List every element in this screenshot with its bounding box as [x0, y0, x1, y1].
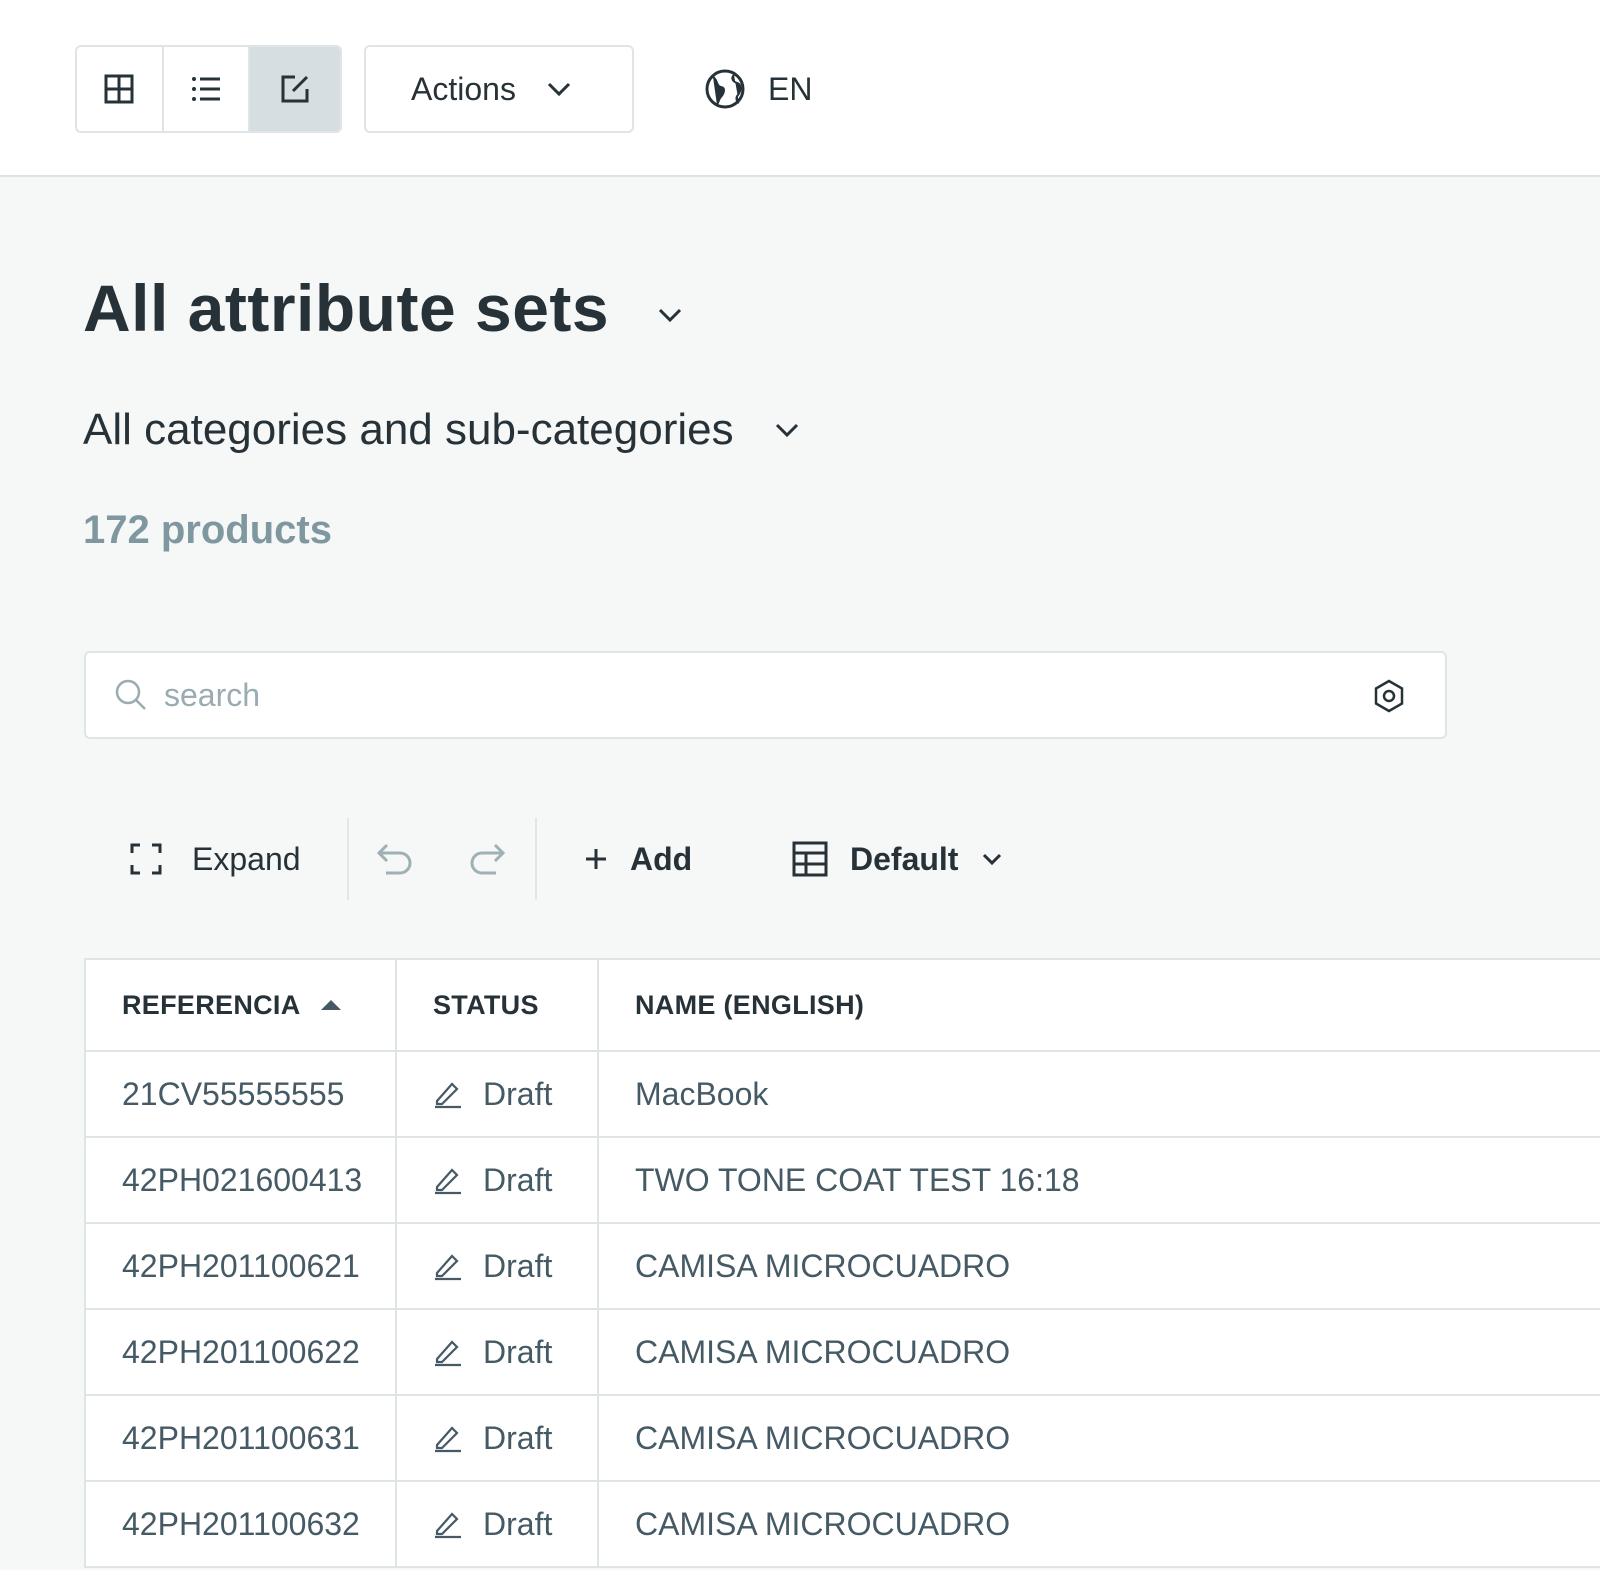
grid-view-button[interactable]	[77, 47, 164, 131]
add-label: Add	[630, 840, 693, 877]
pencil-icon	[435, 1426, 461, 1453]
column-header-name[interactable]: NAME (ENGLISH)	[599, 960, 1600, 1050]
status-cell: Draft	[397, 1396, 599, 1480]
name-cell: MacBook	[635, 1075, 769, 1112]
pencil-icon	[435, 1340, 461, 1367]
table-row[interactable]: 42PH201100631 Draft CAMISA MICROCUADRO	[86, 1396, 1600, 1482]
product-count: 172 products	[83, 508, 332, 552]
language-selector[interactable]: EN	[704, 68, 812, 110]
search-settings-button[interactable]	[1373, 679, 1405, 713]
table-row[interactable]: 42PH201100632 Draft CAMISA MICROCUADRO	[86, 1482, 1600, 1568]
table-row[interactable]: 42PH201100622 Draft CAMISA MICROCUADRO	[86, 1310, 1600, 1396]
search-input[interactable]	[164, 676, 1314, 714]
table-icon	[792, 841, 828, 877]
page-title: All attribute sets	[83, 271, 610, 345]
pencil-icon	[435, 1512, 461, 1539]
chevron-down-icon	[982, 852, 1002, 866]
chevron-down-icon	[774, 421, 800, 439]
undo-icon	[376, 843, 412, 875]
table-row[interactable]: 42PH201100621 Draft CAMISA MICROCUADRO	[86, 1224, 1600, 1310]
table-row[interactable]: 42PH021600413 Draft TWO TONE COAT TEST 1…	[86, 1138, 1600, 1224]
column-header-label: REFERENCIA	[122, 989, 301, 1020]
reference-cell: 42PH201100632	[86, 1482, 397, 1566]
reference-cell: 42PH201100622	[86, 1310, 397, 1394]
redo-icon	[470, 843, 506, 875]
table-row[interactable]: 21CV55555555 Draft MacBook	[86, 1052, 1600, 1138]
attribute-set-selector[interactable]: All attribute sets	[83, 270, 683, 346]
table-header-row: REFERENCIA STATUS NAME (ENGLISH)	[86, 960, 1600, 1052]
sort-ascending-icon	[320, 1000, 341, 1010]
expand-icon	[130, 843, 162, 875]
column-header-label: NAME (ENGLISH)	[635, 989, 865, 1020]
status-cell: Draft	[397, 1052, 599, 1136]
reference-cell: 21CV55555555	[86, 1052, 397, 1136]
name-cell: CAMISA MICROCUADRO	[635, 1247, 1011, 1284]
reference-cell: 42PH021600413	[86, 1138, 397, 1222]
top-bar: Actions EN	[0, 0, 1600, 177]
toolbar-divider	[347, 818, 349, 900]
view-config-label: Default	[850, 840, 959, 877]
reference-cell: 42PH201100631	[86, 1396, 397, 1480]
actions-dropdown[interactable]: Actions	[364, 45, 634, 133]
product-table: REFERENCIA STATUS NAME (ENGLISH) 21CV555…	[84, 958, 1600, 1568]
status-cell: Draft	[397, 1138, 599, 1222]
name-cell: CAMISA MICROCUADRO	[635, 1505, 1011, 1542]
pencil-icon	[435, 1254, 461, 1281]
actions-label: Actions	[411, 70, 516, 107]
column-header-referencia[interactable]: REFERENCIA	[86, 960, 397, 1050]
column-header-status[interactable]: STATUS	[397, 960, 599, 1050]
add-button[interactable]: Add	[584, 818, 692, 900]
toolbar-divider	[535, 818, 537, 900]
grid-toolbar: Expand Add Default	[84, 818, 1284, 900]
name-cell: TWO TONE COAT TEST 16:18	[635, 1161, 1080, 1198]
status-label: Draft	[483, 1161, 553, 1198]
name-cell: CAMISA MICROCUADRO	[635, 1333, 1011, 1370]
grid-view-icon	[104, 74, 134, 104]
chevron-down-icon	[657, 306, 683, 324]
search-bar	[84, 651, 1447, 739]
expand-button[interactable]: Expand	[130, 818, 301, 900]
pencil-icon	[435, 1168, 461, 1195]
status-cell: Draft	[397, 1482, 599, 1566]
status-label: Draft	[483, 1505, 553, 1542]
status-label: Draft	[483, 1247, 553, 1284]
status-cell: Draft	[397, 1310, 599, 1394]
search-icon	[114, 678, 148, 712]
view-config-dropdown[interactable]: Default	[792, 818, 1002, 900]
category-title: All categories and sub-categories	[83, 405, 734, 454]
status-label: Draft	[483, 1419, 553, 1456]
view-mode-switcher	[75, 45, 342, 133]
status-label: Draft	[483, 1075, 553, 1112]
status-cell: Draft	[397, 1224, 599, 1308]
column-header-label: STATUS	[433, 989, 539, 1020]
hexagon-settings-icon	[1374, 679, 1404, 713]
edit-view-button[interactable]	[250, 47, 340, 131]
name-cell: CAMISA MICROCUADRO	[635, 1419, 1011, 1456]
list-view-icon	[192, 77, 221, 101]
pencil-icon	[435, 1082, 461, 1109]
edit-view-icon	[281, 75, 309, 103]
reference-cell: 42PH201100621	[86, 1224, 397, 1308]
plus-icon	[586, 849, 606, 869]
expand-label: Expand	[192, 840, 301, 877]
list-view-button[interactable]	[164, 47, 251, 131]
chevron-down-icon	[546, 80, 572, 98]
status-label: Draft	[483, 1333, 553, 1370]
undo-button[interactable]	[374, 818, 414, 900]
redo-button[interactable]	[468, 818, 508, 900]
globe-icon	[705, 69, 745, 109]
language-label: EN	[768, 70, 813, 107]
category-selector[interactable]: All categories and sub-categories	[83, 405, 800, 455]
